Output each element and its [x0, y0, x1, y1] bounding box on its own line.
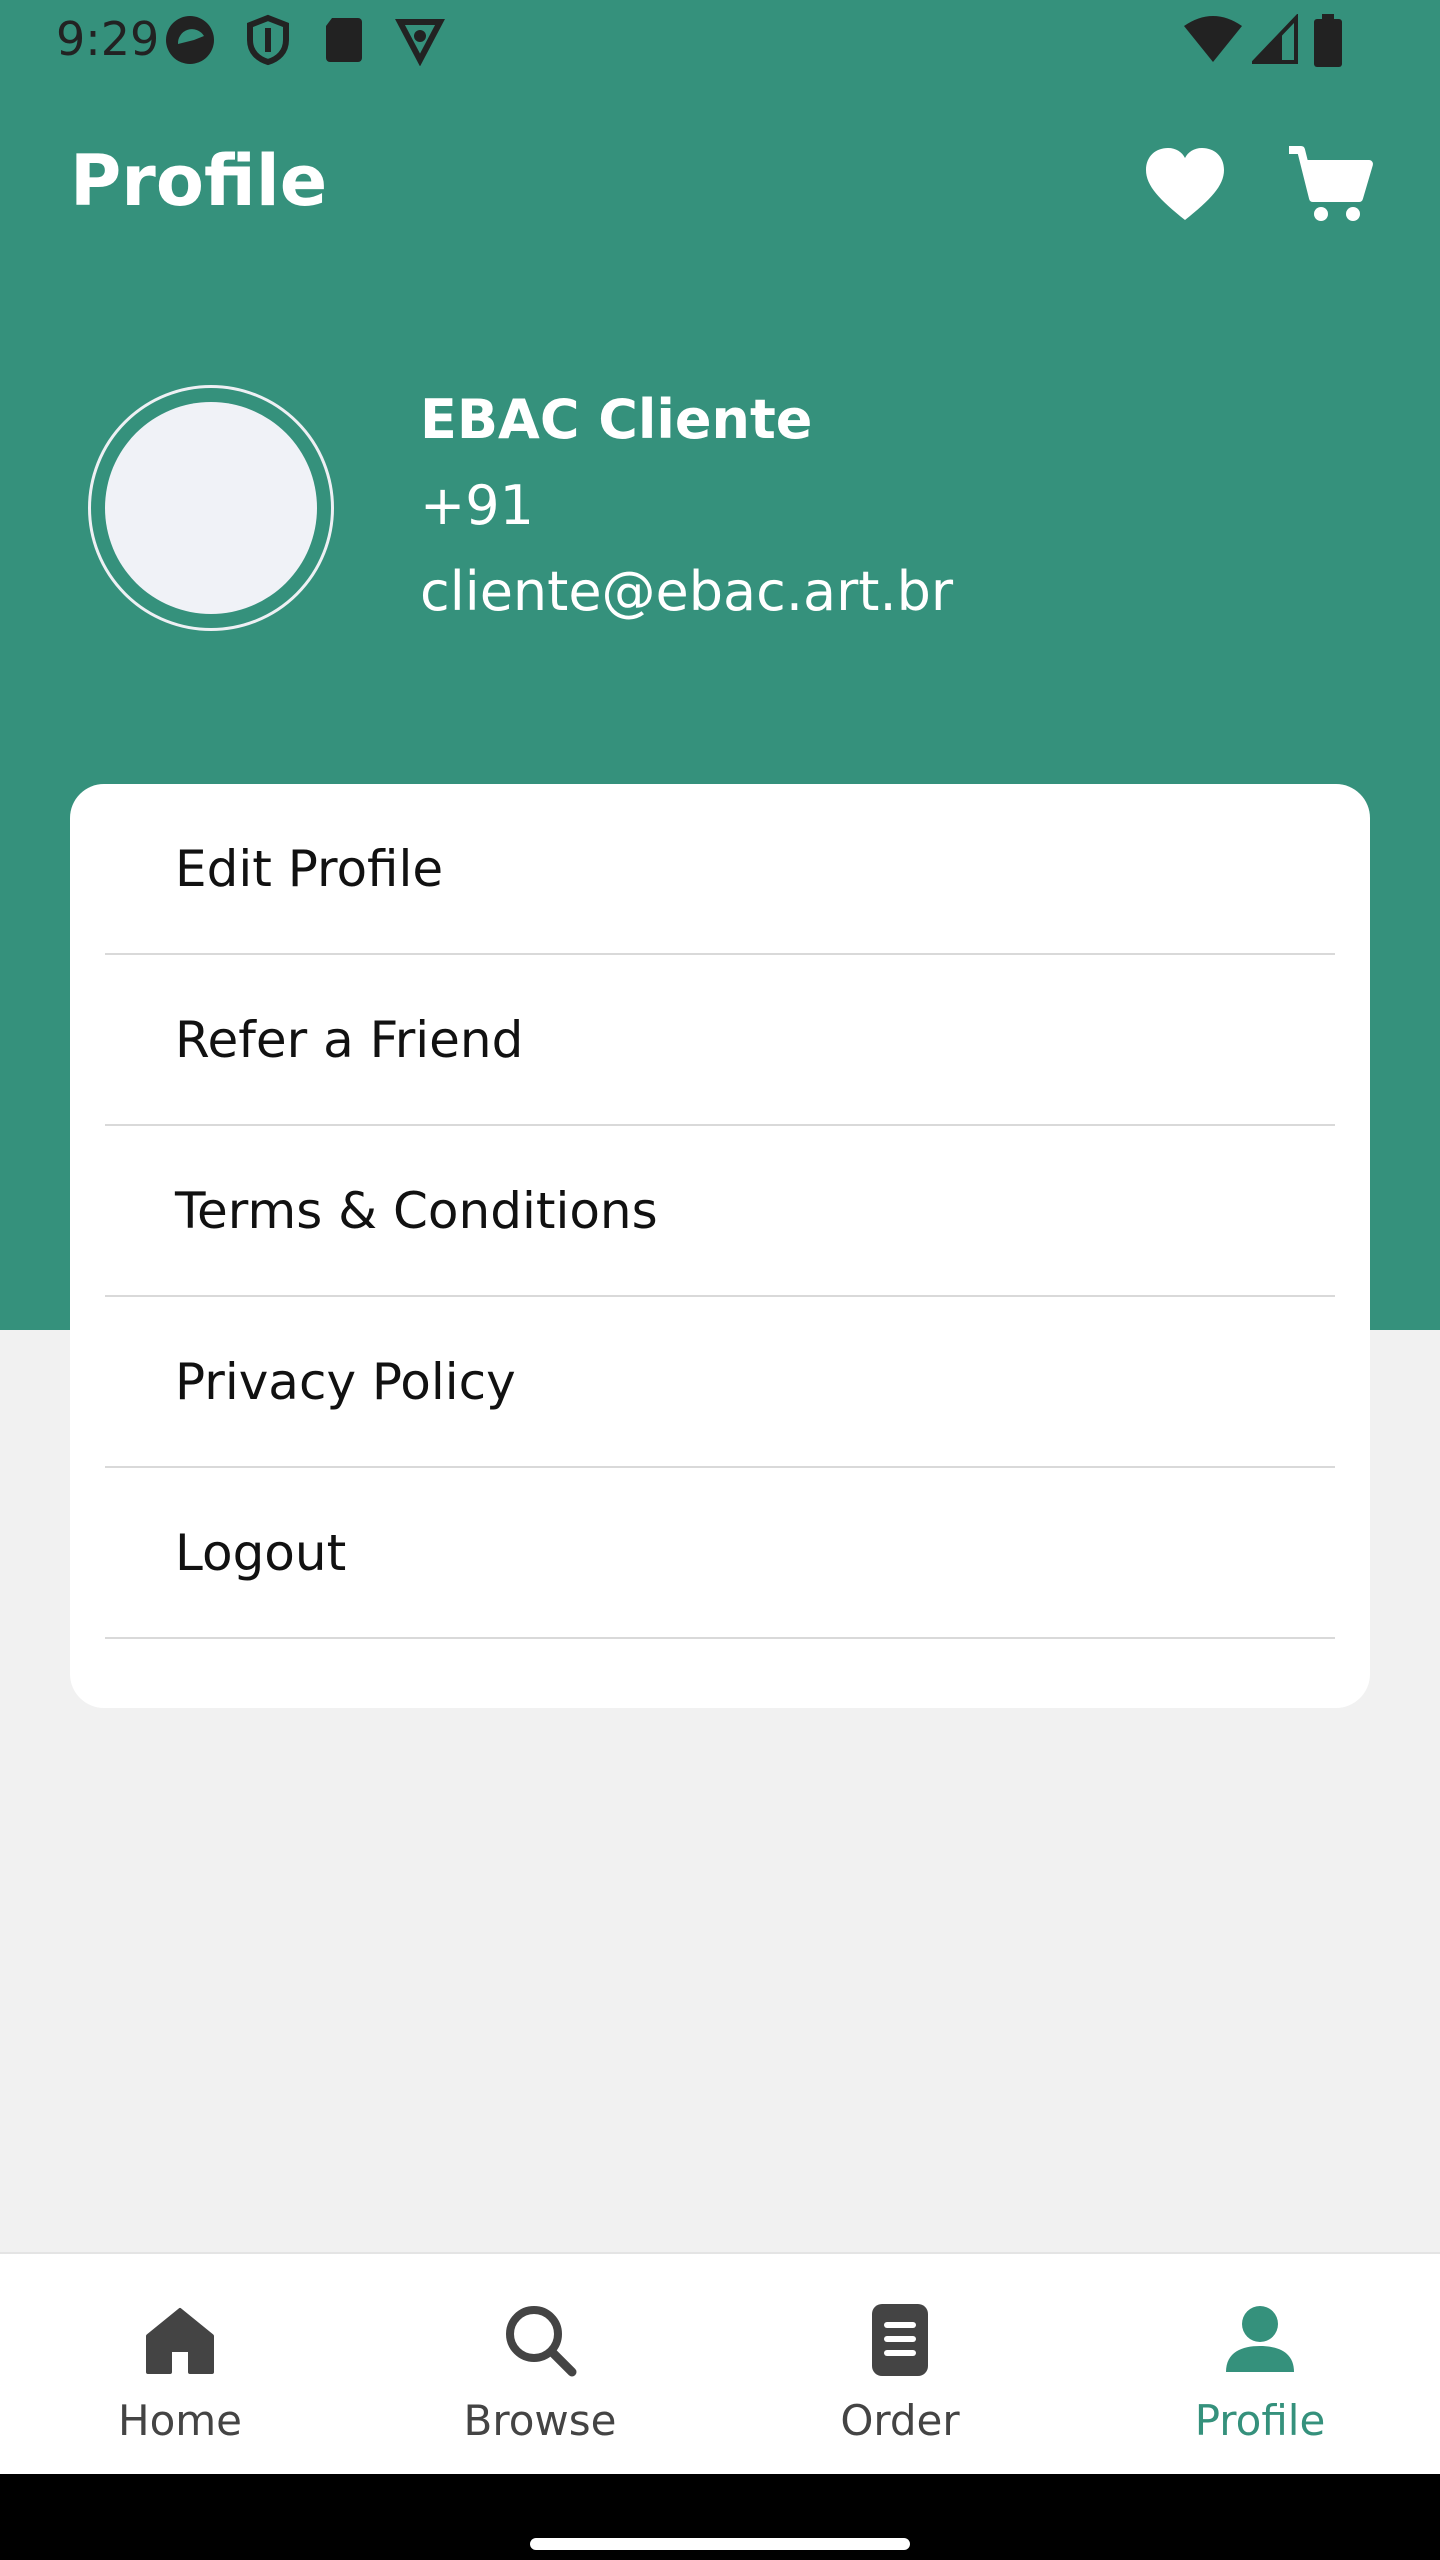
sd-card-icon — [326, 18, 362, 62]
menu-item-edit-profile[interactable]: Edit Profile — [105, 784, 1335, 955]
avatar[interactable] — [105, 402, 317, 614]
order-list-icon — [872, 2304, 928, 2376]
shield-icon — [247, 14, 289, 66]
menu-item-terms-conditions[interactable]: Terms & Conditions — [105, 1126, 1335, 1297]
menu-item-label: Logout — [175, 1523, 347, 1582]
profile-email: cliente@ebac.art.br — [420, 560, 954, 623]
home-icon — [146, 2308, 214, 2374]
nav-label: Home — [117, 2396, 243, 2445]
wishlist-button[interactable] — [1140, 140, 1230, 230]
menu-item-label: Edit Profile — [175, 839, 444, 898]
nav-label: Order — [840, 2396, 960, 2445]
profile-phone: +91 — [420, 474, 534, 537]
menu-item-label: Refer a Friend — [175, 1010, 524, 1069]
person-icon — [1226, 2306, 1294, 2372]
menu-item-logout[interactable]: Logout — [105, 1468, 1335, 1639]
nav-item-home[interactable]: Home — [0, 2254, 360, 2476]
vpn-icon — [395, 19, 445, 66]
app-icon — [166, 16, 214, 64]
cart-icon — [1289, 146, 1373, 221]
status-bar: 9:29 — [0, 0, 1440, 82]
nav-item-order[interactable]: Order — [720, 2254, 1080, 2476]
search-icon — [506, 2306, 577, 2377]
menu-item-label: Terms & Conditions — [175, 1181, 658, 1240]
page-title: Profile — [70, 140, 328, 222]
nav-item-browse[interactable]: Browse — [360, 2254, 720, 2476]
heart-icon — [1146, 148, 1224, 220]
cart-button[interactable] — [1285, 140, 1375, 230]
nav-label: Browse — [463, 2396, 617, 2445]
battery-icon — [1314, 14, 1342, 67]
status-time: 9:29 — [56, 12, 160, 66]
menu-item-label: Privacy Policy — [175, 1352, 516, 1411]
nav-item-profile[interactable]: Profile — [1080, 2254, 1440, 2476]
profile-name: EBAC Cliente — [420, 388, 813, 451]
menu-item-privacy-policy[interactable]: Privacy Policy — [105, 1297, 1335, 1468]
signal-icon — [1252, 14, 1298, 64]
bottom-navigation: Home Browse Order Profile — [0, 2252, 1440, 2474]
profile-menu-card: Edit Profile Refer a Friend Terms & Cond… — [70, 784, 1370, 1708]
wifi-icon — [1184, 16, 1242, 62]
menu-item-refer-a-friend[interactable]: Refer a Friend — [105, 955, 1335, 1126]
nav-label: Profile — [1194, 2396, 1326, 2445]
home-gesture-handle[interactable] — [530, 2538, 910, 2550]
